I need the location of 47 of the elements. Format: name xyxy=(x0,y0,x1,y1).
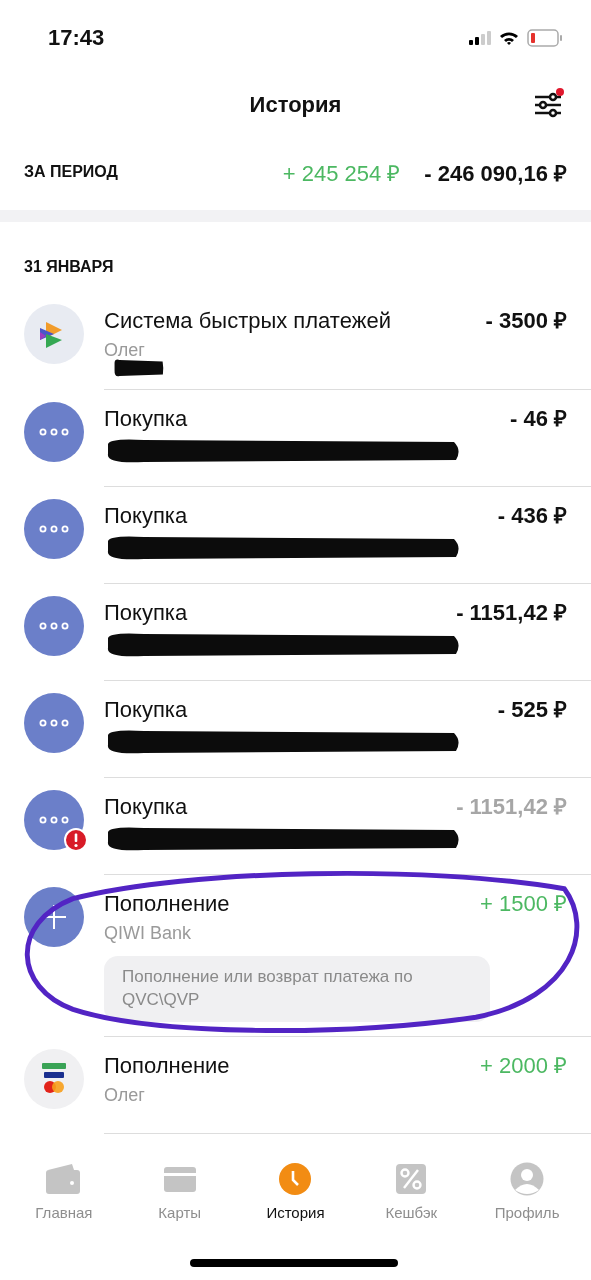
transaction-row[interactable]: Пополнение + 1500 ₽ QIWI Bank Пополнение или возврат платежа по QVC\QVP xyxy=(0,875,591,1037)
plus-icon xyxy=(24,887,84,947)
transaction-title: Покупка xyxy=(104,794,188,820)
more-icon xyxy=(24,499,84,559)
income-total: + 245 254 ₽ xyxy=(282,160,401,187)
screen-title: История xyxy=(249,92,342,118)
date-heading: 31 ЯНВАРЯ xyxy=(23,257,115,277)
transaction-title: Пополнение xyxy=(104,891,230,917)
transaction-amount: - 1151,42 ₽ xyxy=(456,599,567,626)
transaction-amount: - 3500 ₽ xyxy=(485,307,567,334)
transaction-row[interactable]: Покупка - 525 ₽ xyxy=(0,681,591,778)
transaction-amount: - 525 ₽ xyxy=(497,696,567,723)
transaction-title: Пополнение xyxy=(104,1052,230,1079)
expense-total: - 246 090,16 ₽ xyxy=(424,160,567,187)
transaction-title: Покупка xyxy=(104,697,188,723)
transaction-row[interactable]: Система быстрых платежей - 3500 ₽ Олег xyxy=(0,292,591,390)
transaction-row[interactable]: Пополнение + 2000 ₽ Олег xyxy=(0,1036,591,1134)
transaction-amount: + 2000 ₽ xyxy=(480,1051,567,1079)
wifi-icon xyxy=(499,31,519,45)
battery-icon xyxy=(527,29,563,47)
transaction-amount: - 1151,42 ₽ xyxy=(456,793,567,820)
signal-icon xyxy=(469,31,491,45)
transaction-subtitle: Олег xyxy=(104,340,145,361)
transaction-title: Система быстрых платежей xyxy=(104,308,391,334)
transaction-note: Пополнение или возврат платежа по QVC\QVP xyxy=(104,956,490,1022)
transaction-row[interactable]: Покупка - 1151,42 ₽ xyxy=(0,778,591,875)
transaction-title: Покупка xyxy=(104,503,188,529)
transaction-subtitle: QIWI Bank xyxy=(104,923,192,944)
more-icon xyxy=(24,402,84,462)
transaction-row[interactable]: Покупка - 46 ₽ xyxy=(0,390,591,487)
filter-button[interactable] xyxy=(533,88,565,120)
transaction-amount: - 46 ₽ xyxy=(509,405,567,432)
transaction-subtitle: Олег xyxy=(104,1084,145,1106)
transaction-title: Покупка xyxy=(104,600,188,626)
status-time: 17:43 xyxy=(48,25,105,51)
transaction-amount: + 1500 ₽ xyxy=(480,890,567,917)
card-logos-icon xyxy=(24,1048,84,1109)
period-label: ЗА ПЕРИОД xyxy=(24,163,119,181)
more-icon xyxy=(24,790,84,850)
nav-tab[interactable]: История xyxy=(240,1162,351,1221)
more-icon xyxy=(24,596,84,656)
transaction-row[interactable]: Покупка - 436 ₽ xyxy=(0,487,591,584)
more-icon xyxy=(24,693,84,753)
transaction-amount: - 436 ₽ xyxy=(497,502,567,529)
transaction-title: Покупка xyxy=(104,406,188,432)
transaction-row[interactable]: Покупка - 1151,42 ₽ xyxy=(0,584,591,681)
payment-system-logo-icon xyxy=(24,304,84,364)
